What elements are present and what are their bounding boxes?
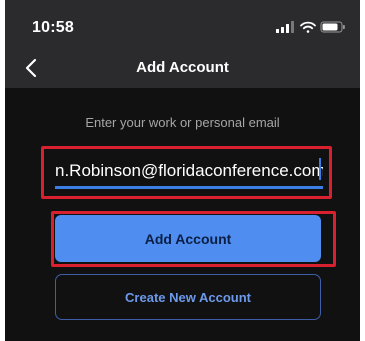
add-account-form: Enter your work or personal email Add Ac… bbox=[5, 88, 360, 341]
signal-icon bbox=[276, 21, 294, 33]
status-icons-graphic bbox=[276, 21, 345, 33]
email-input[interactable] bbox=[55, 158, 323, 184]
email-prompt: Enter your work or personal email bbox=[85, 115, 280, 130]
navigation-bar: Add Account bbox=[5, 48, 360, 88]
wifi-icon bbox=[300, 21, 316, 33]
add-account-button[interactable]: Add Account bbox=[55, 215, 321, 262]
phone-screen: 10:58 Add Account Enter your work or per… bbox=[5, 0, 360, 341]
battery-icon bbox=[320, 21, 345, 33]
status-bar: 10:58 bbox=[5, 0, 360, 48]
email-underline bbox=[55, 186, 323, 189]
create-new-account-button[interactable]: Create New Account bbox=[55, 274, 321, 320]
page-title: Add Account bbox=[136, 59, 229, 76]
status-time: 10:58 bbox=[32, 19, 74, 36]
status-icons bbox=[276, 20, 346, 34]
text-caret bbox=[319, 158, 321, 180]
